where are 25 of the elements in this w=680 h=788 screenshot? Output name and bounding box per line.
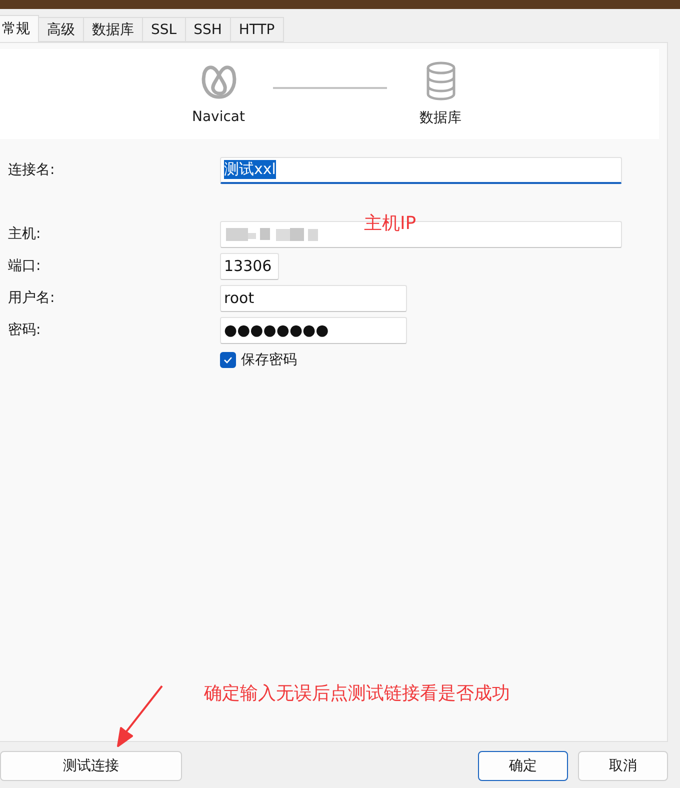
tab[interactable]: HTTP [230, 17, 284, 42]
input-field[interactable]: ●●●●●●●● [220, 316, 407, 344]
tab[interactable]: 常规 [0, 15, 39, 42]
field-label: 端口: [7, 257, 42, 275]
tab[interactable]: SSL [142, 17, 186, 42]
save-password-checkbox[interactable]: 保存密码 [220, 351, 667, 369]
input-field[interactable]: 13306 [220, 252, 279, 280]
annotation-text: 主机IP [364, 212, 416, 235]
field-label: 密码: [7, 321, 42, 339]
field-label: 主机: [7, 225, 42, 243]
field-label: 用户名: [7, 289, 56, 307]
tab[interactable]: 数据库 [83, 17, 143, 42]
database-icon [424, 61, 456, 101]
check-icon [223, 355, 233, 365]
annotation-text: 确定输入无误后点测试链接看是否成功 [204, 682, 510, 705]
target-label: 数据库 [420, 109, 462, 127]
field-label: 连接名: [7, 161, 56, 179]
tab[interactable]: 高级 [38, 17, 84, 42]
ok-button[interactable]: 确定 [478, 751, 568, 781]
source-label: Navicat [192, 109, 245, 125]
cancel-button[interactable]: 取消 [578, 751, 668, 781]
test-connection-button[interactable]: 测试连接 [0, 751, 182, 781]
input-field[interactable]: 测试xxl [220, 156, 622, 184]
tab[interactable]: SSH [184, 17, 231, 42]
input-field[interactable]: root [220, 284, 407, 312]
